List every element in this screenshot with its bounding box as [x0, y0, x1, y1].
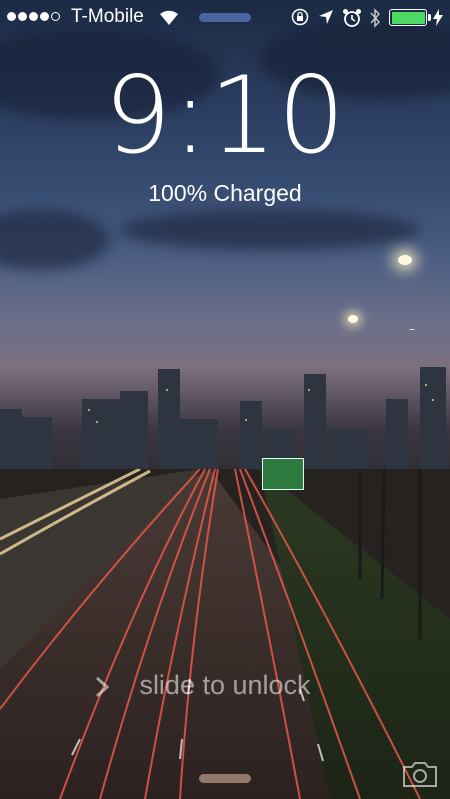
camera-icon[interactable] [402, 760, 438, 788]
control-center-grabber[interactable] [199, 774, 251, 783]
wifi-icon [160, 10, 178, 25]
signal-dot [51, 12, 60, 21]
notification-center-grabber[interactable] [199, 13, 251, 22]
signal-dot [18, 12, 27, 21]
status-bar: T-Mobile [0, 0, 450, 34]
signal-dot [29, 12, 38, 21]
battery-icon [389, 9, 431, 26]
street-light [398, 255, 412, 265]
location-arrow-icon [319, 10, 333, 24]
carrier-name: T-Mobile [71, 6, 144, 27]
battery-nub [428, 14, 431, 21]
signal-dot [7, 12, 16, 21]
battery-level-fill [391, 11, 425, 24]
bluetooth-icon [370, 8, 380, 28]
lock-screen: T-Mobile 9:10 100% Charged slide to unlo… [0, 0, 450, 799]
signal-strength [7, 12, 60, 21]
highway-sign [262, 458, 304, 490]
charging-bolt-icon [433, 9, 443, 26]
signal-dot [40, 12, 49, 21]
wallpaper-cloud [0, 210, 110, 270]
wallpaper-highway [0, 469, 450, 799]
alarm-icon [343, 9, 361, 27]
lock-screen-clock: 9:10 [103, 54, 347, 177]
slide-to-unlock[interactable]: slide to unlock [0, 670, 450, 701]
charge-status: 100% Charged [148, 180, 302, 206]
wallpaper-cloud [120, 210, 420, 250]
street-light [348, 315, 358, 323]
orientation-lock-icon [291, 8, 309, 26]
wallpaper-city-skyline [0, 329, 446, 469]
